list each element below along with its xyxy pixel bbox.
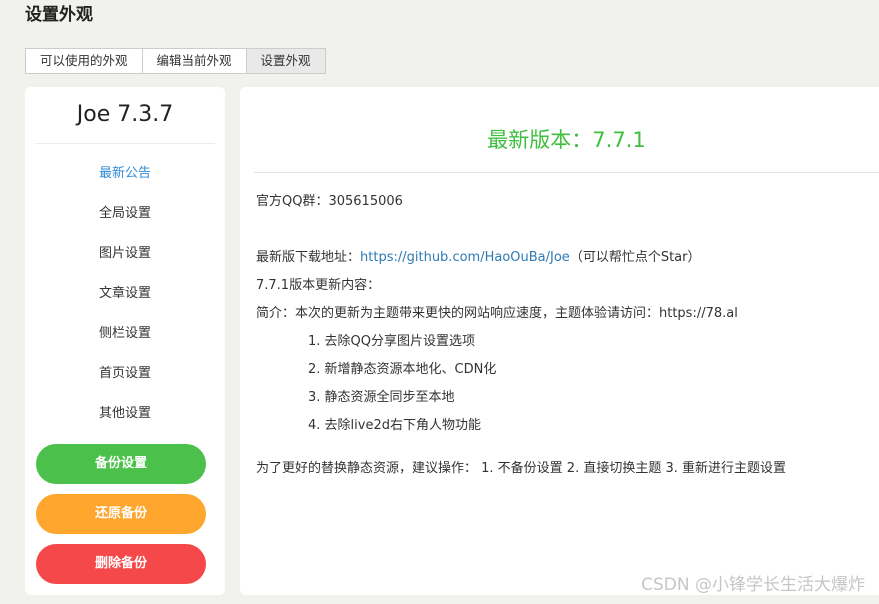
change-item: 2. 新增静态资源本地化、CDN化 (308, 362, 497, 377)
intro-text: 简介：本次的更新为主题带来更快的网站响应速度，主题体验请访问：https://7… (256, 306, 738, 321)
update-title: 7.7.1版本更新内容： (256, 278, 381, 293)
sidebar-item-sidebar-settings[interactable]: 侧栏设置 (25, 324, 225, 344)
latest-version-heading: 最新版本：7.7.1 (254, 117, 879, 173)
announcement-panel: 最新版本：7.7.1 官方QQ群：305615006 最新版下载地址：https… (240, 87, 879, 595)
qq-group-text: 官方QQ群：305615006 (256, 194, 403, 209)
github-download-link[interactable]: https://github.com/HaoOuBa/Joe (360, 250, 570, 265)
change-item: 1. 去除QQ分享图片设置选项 (308, 334, 476, 349)
sidebar-item-announcement[interactable]: 最新公告 (25, 164, 225, 184)
delete-backup-button[interactable]: 删除备份 (36, 544, 206, 584)
settings-sidebar: Joe 7.3.7 最新公告 全局设置 图片设置 文章设置 侧栏设置 首页设置 … (25, 87, 225, 595)
change-item: 4. 去除live2d右下角人物功能 (308, 418, 481, 433)
theme-version-title: Joe 7.3.7 (35, 99, 215, 144)
star-request-text: （可以帮忙点个Star） (569, 250, 701, 265)
sidebar-item-image-settings[interactable]: 图片设置 (25, 244, 225, 264)
tab-theme-settings[interactable]: 设置外观 (246, 49, 325, 73)
advice-text: 为了更好的替换静态资源，建议操作： 1. 不备份设置 2. 直接切换主题 3. … (256, 461, 787, 476)
sidebar-item-other-settings[interactable]: 其他设置 (25, 404, 225, 424)
tab-available-themes[interactable]: 可以使用的外观 (26, 49, 143, 73)
download-label: 最新版下载地址： (256, 250, 361, 265)
change-item: 3. 静态资源全同步至本地 (308, 390, 455, 405)
sidebar-item-article-settings[interactable]: 文章设置 (25, 284, 225, 304)
restore-backup-button[interactable]: 还原备份 (36, 494, 206, 534)
backup-settings-button[interactable]: 备份设置 (36, 444, 206, 484)
tab-edit-current-theme[interactable]: 编辑当前外观 (142, 49, 247, 73)
download-line: 最新版下载地址：https://github.com/HaoOuBa/Joe（可… (256, 248, 700, 268)
csdn-watermark: CSDN @小锋学长生活大爆炸 (641, 575, 865, 595)
tab-bar: 可以使用的外观 编辑当前外观 设置外观 (25, 48, 326, 74)
sidebar-item-global-settings[interactable]: 全局设置 (25, 204, 225, 224)
sidebar-item-homepage-settings[interactable]: 首页设置 (25, 364, 225, 384)
page-title: 设置外观 (25, 5, 93, 25)
